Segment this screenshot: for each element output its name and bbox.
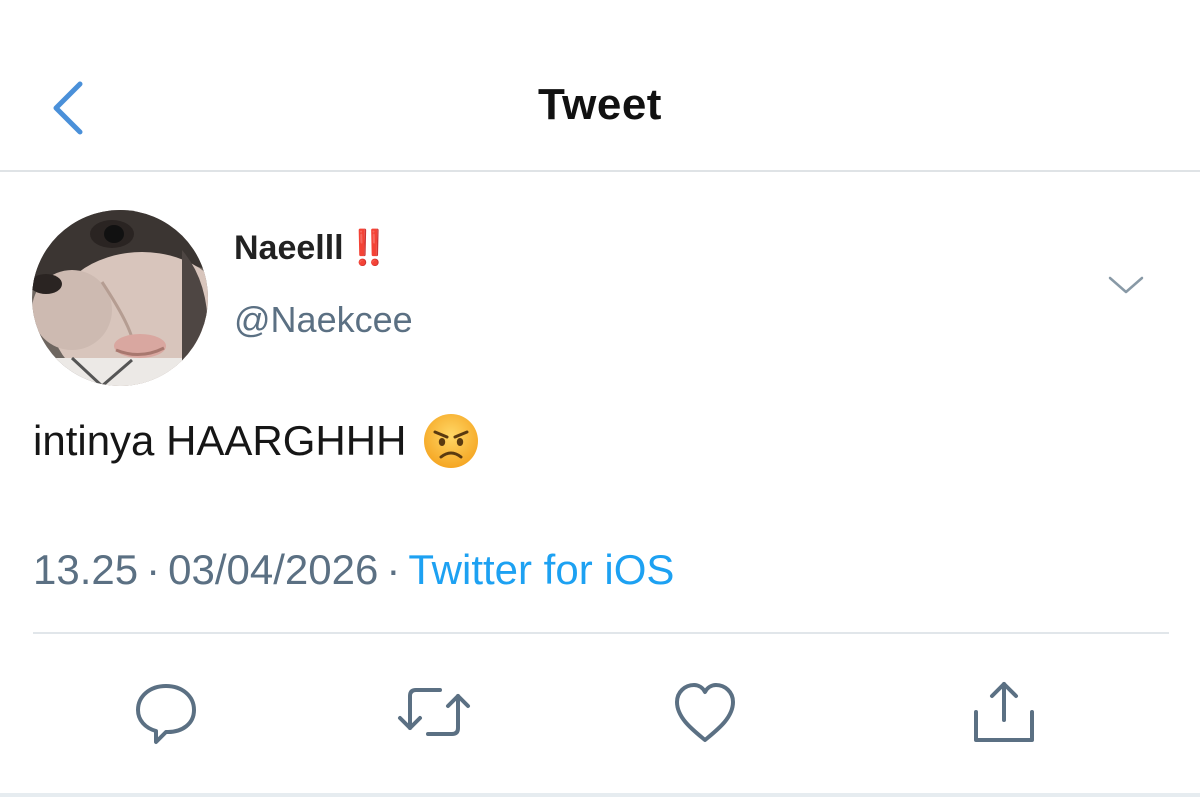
page-title: Tweet [538,80,662,129]
display-name[interactable]: Naeelll ‼️ [234,228,390,268]
meta-separator: · [146,546,161,593]
heart-icon [675,683,735,742]
tweet-date: 03/04/2026 [168,546,379,593]
display-name-text: Naeelll [234,229,344,267]
tweet-meta: 13.25 · 03/04/2026 · Twitter for iOS [33,546,674,594]
double-exclamation-icon: ‼️ [347,229,390,267]
avatar[interactable] [32,210,208,386]
like-button[interactable] [665,672,745,752]
action-bar [0,672,1200,762]
tweet-text: intinya HAARGHHH [33,412,480,470]
divider [33,632,1169,634]
tweet-text-body: intinya HAARGHHH [33,417,407,464]
source-link[interactable]: Twitter for iOS [408,546,674,593]
reply-icon [136,684,196,744]
navigation-bar: Tweet [0,0,1200,172]
avatar-image [32,210,208,386]
share-button[interactable] [964,672,1044,752]
retweet-button[interactable] [394,672,474,752]
meta-separator: · [386,546,401,593]
chevron-down-icon [1108,276,1144,294]
more-options-button[interactable] [1106,268,1146,304]
reply-button[interactable] [126,672,206,752]
tweet-time: 13.25 [33,546,139,593]
share-icon [974,682,1034,742]
bottom-divider [0,793,1200,797]
username[interactable]: @Naekcee [234,299,413,341]
retweet-icon [398,688,470,736]
angry-face-emoji [422,412,480,470]
